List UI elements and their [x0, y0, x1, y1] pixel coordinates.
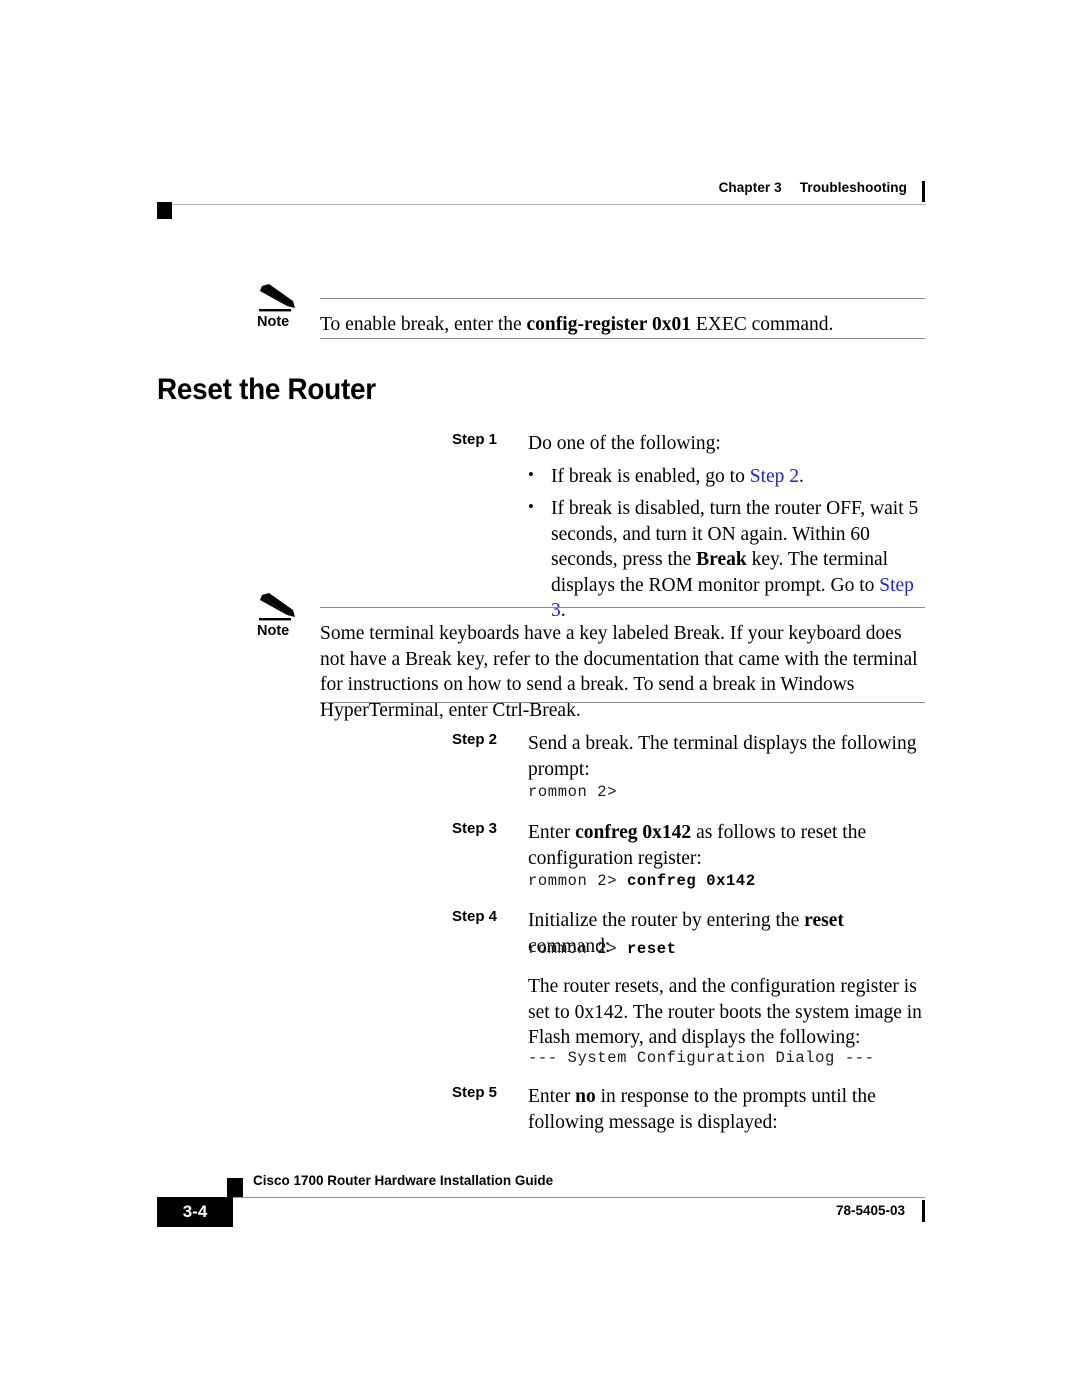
note-text-1-part-d: EXEC command.	[690, 314, 834, 335]
step-1-label: Step 1	[452, 431, 498, 448]
step-5: Step 5 Enter no in response to the promp…	[452, 1084, 930, 1135]
header-chapter-label: Chapter 3	[718, 180, 782, 195]
pencil-icon	[259, 593, 295, 621]
footer-edge-tick	[922, 1200, 925, 1222]
step-3-body: Enter confreg 0x142 as follows to reset …	[528, 820, 930, 871]
step-5-bold: no	[575, 1086, 596, 1107]
link-step-2[interactable]: Step 2	[750, 466, 799, 487]
code-prompt-confreg: rommon 2>	[528, 872, 628, 890]
step-5-label: Step 5	[452, 1084, 498, 1101]
step-2: Step 2 Send a break. The terminal displa…	[452, 731, 930, 782]
bullet-1-post: .	[799, 465, 804, 487]
header-breadcrumb: Chapter 3 Troubleshooting	[719, 180, 907, 195]
note-body-1: To enable break, enter the config-regist…	[320, 298, 925, 338]
step-5-pre: Enter	[528, 1086, 576, 1107]
page-number-text: 3-4	[182, 1202, 208, 1221]
pencil-icon	[259, 284, 295, 312]
note-icon-container-2	[257, 592, 309, 622]
bullet-2-bold: Break	[696, 549, 747, 570]
list-item: If break is disabled, turn the router OF…	[528, 494, 930, 624]
note-rule-bottom-2	[320, 702, 925, 703]
step-3-pre: Enter	[528, 822, 576, 843]
step-4-bold: reset	[804, 910, 844, 931]
code-block-system-config-dialog: --- System Configuration Dialog ---	[528, 1049, 875, 1067]
note-label-2: Note	[257, 623, 290, 639]
note-body-2: Some terminal keyboards have a key label…	[320, 607, 925, 723]
note-text-1-part-c: 0x01	[647, 314, 691, 335]
step-1-intro: Do one of the following:	[528, 433, 721, 454]
footer-marker-square	[227, 1178, 243, 1197]
note-text-1-part-b: config-register	[526, 314, 648, 335]
step-3: Step 3 Enter confreg 0x142 as follows to…	[452, 820, 930, 871]
step-1-body: Do one of the following: If break is ena…	[528, 431, 930, 624]
note-label-1: Note	[257, 314, 290, 330]
step-4-pre: Initialize the router by entering the	[528, 910, 805, 931]
note-icon-container	[257, 283, 309, 313]
code-block-reset: rommon 2> reset	[528, 940, 677, 958]
footer-divider	[179, 1197, 925, 1198]
note-text-1: To enable break, enter the config-regist…	[320, 298, 925, 338]
code-block-rommon-prompt: rommon 2>	[528, 783, 618, 801]
note-text-1-part-a: To enable break, enter the	[320, 314, 527, 335]
document-page: { "header": { "chapter": "Chapter 3", "s…	[0, 0, 1080, 1397]
bullet-1-pre: If break is enabled, go to	[551, 465, 750, 487]
step-1: Step 1 Do one of the following: If break…	[452, 431, 930, 624]
step-5-body: Enter no in response to the prompts unti…	[528, 1084, 930, 1135]
step-4: Step 4 Initialize the router by entering…	[452, 908, 930, 959]
footer-document-number: 78-5405-03	[835, 1203, 905, 1218]
step-1-bullet-list: If break is enabled, go to Step 2. If br…	[528, 462, 930, 624]
step-2-label: Step 2	[452, 731, 498, 748]
header-marker-square	[157, 202, 172, 219]
step-3-bold: confreg 0x142	[575, 822, 692, 843]
header-section-label: Troubleshooting	[799, 180, 907, 195]
footer-document-title: Cisco 1700 Router Hardware Installation …	[253, 1173, 554, 1188]
code-block-confreg: rommon 2> confreg 0x142	[528, 872, 756, 890]
page-title: Reset the Router	[157, 373, 376, 406]
header-edge-tick	[922, 181, 925, 202]
step-4-result-paragraph: The router resets, and the configuration…	[528, 976, 922, 1048]
step-4-label: Step 4	[452, 908, 498, 925]
code-input-reset: reset	[627, 940, 677, 958]
step-3-label: Step 3	[452, 820, 498, 837]
page-header: Chapter 3 Troubleshooting	[157, 180, 925, 222]
page-footer: 3-4 Cisco 1700 Router Hardware Installat…	[157, 1170, 925, 1227]
list-item: If break is enabled, go to Step 2.	[528, 462, 930, 490]
step-2-body: Send a break. The terminal displays the …	[528, 733, 917, 780]
code-input-confreg: confreg 0x142	[627, 872, 756, 890]
header-divider	[157, 204, 925, 205]
note-text-2: Some terminal keyboards have a key label…	[320, 623, 918, 721]
note-rule-bottom-1	[320, 338, 925, 339]
page-number-badge: 3-4	[157, 1197, 233, 1227]
code-prompt-reset: rommon 2>	[528, 940, 628, 958]
